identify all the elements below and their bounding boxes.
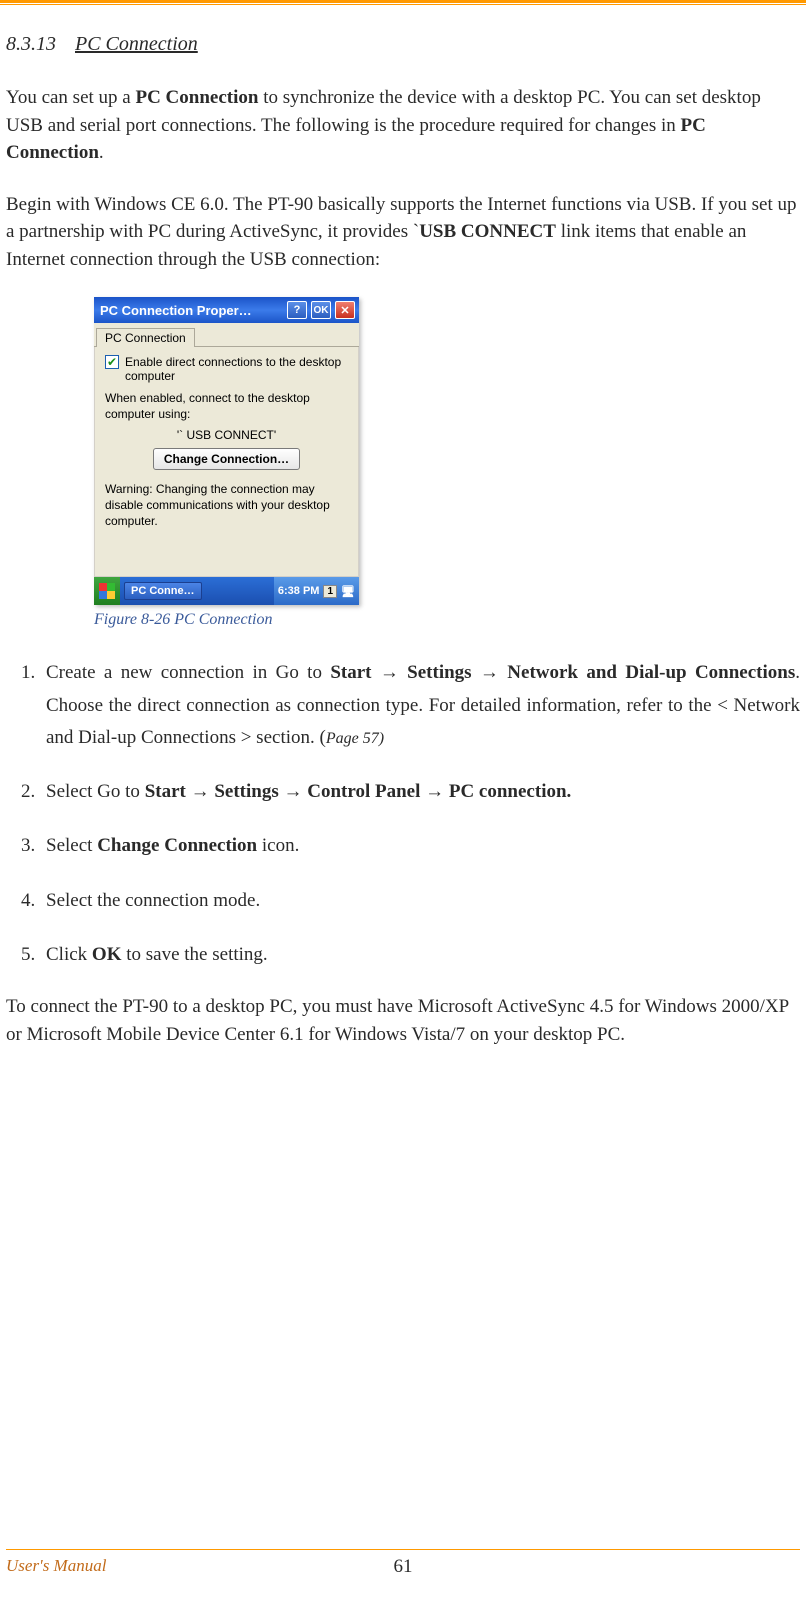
step-4: Select the connection mode. bbox=[40, 885, 800, 917]
help-button[interactable]: ? bbox=[287, 301, 307, 319]
text: . bbox=[99, 142, 104, 163]
change-connection-button[interactable]: Change Connection… bbox=[153, 448, 300, 470]
clock: 6:38 PM bbox=[278, 585, 320, 597]
step-2: Select Go to Start → Settings → Control … bbox=[40, 776, 800, 808]
top-rule bbox=[0, 0, 806, 3]
steps-list: Create a new connection in Go to Start →… bbox=[10, 657, 800, 971]
taskbar-app-label: PC Conne… bbox=[131, 585, 195, 597]
text: Click bbox=[46, 944, 92, 965]
bold: USB CONNECT bbox=[419, 221, 556, 242]
step-5: Click OK to save the setting. bbox=[40, 939, 800, 971]
text: You can set up a bbox=[6, 87, 135, 108]
paragraph-1: You can set up a PC Connection to synchr… bbox=[6, 84, 800, 167]
enable-checkbox-label: Enable direct connections to the desktop… bbox=[125, 355, 348, 383]
tray-indicator: 1 bbox=[323, 585, 337, 598]
enable-checkbox[interactable]: ✔ bbox=[105, 355, 119, 369]
text: icon. bbox=[257, 835, 299, 856]
pc-connection-dialog: PC Connection Proper… ? OK ✕ PC Connecti… bbox=[94, 297, 359, 605]
windows-flag-icon bbox=[99, 583, 115, 599]
tab-pc-connection[interactable]: PC Connection bbox=[96, 328, 195, 347]
page-content: 8.3.13 PC Connection You can set up a PC… bbox=[0, 5, 806, 1048]
step-1: Create a new connection in Go to Start →… bbox=[40, 657, 800, 754]
step-3: Select Change Connection icon. bbox=[40, 830, 800, 862]
bold: Start → Settings → Control Panel → PC co… bbox=[145, 781, 572, 802]
text: Select bbox=[46, 835, 97, 856]
enable-checkbox-row: ✔ Enable direct connections to the deskt… bbox=[105, 355, 348, 383]
window-title: PC Connection Proper… bbox=[100, 303, 283, 318]
bold: PC Connection bbox=[135, 87, 258, 108]
section-title: PC Connection bbox=[75, 33, 198, 55]
text: Create a new connection in Go to bbox=[46, 662, 330, 683]
page-footer: User's Manual 61 bbox=[6, 1549, 800, 1576]
section-number: 8.3.13 bbox=[6, 33, 56, 55]
paragraph-2: Begin with Windows CE 6.0. The PT-90 bas… bbox=[6, 191, 800, 274]
tab-bar: PC Connection bbox=[94, 323, 359, 347]
footer-label: User's Manual bbox=[6, 1556, 106, 1576]
page-ref: Page 57) bbox=[326, 730, 384, 747]
desktop-icon[interactable]: 🖥 bbox=[341, 585, 355, 598]
bold: Change Connection bbox=[97, 835, 257, 856]
bold: Start → Settings → Network and Dial-up C… bbox=[330, 662, 795, 683]
start-button[interactable] bbox=[94, 577, 120, 605]
page-number: 61 bbox=[394, 1556, 413, 1578]
titlebar: PC Connection Proper… ? OK ✕ bbox=[94, 297, 359, 323]
system-tray: 6:38 PM 1 🖥 bbox=[274, 577, 359, 605]
ok-button[interactable]: OK bbox=[311, 301, 331, 319]
dialog-panel: ✔ Enable direct connections to the deskt… bbox=[94, 347, 359, 577]
taskbar: PC Conne… 6:38 PM 1 🖥 bbox=[94, 577, 359, 605]
section-heading: 8.3.13 PC Connection bbox=[6, 33, 800, 56]
figure-caption: Figure 8-26 PC Connection bbox=[94, 611, 800, 629]
close-button[interactable]: ✕ bbox=[335, 301, 355, 319]
text: Select Go to bbox=[46, 781, 145, 802]
bold: OK bbox=[92, 944, 122, 965]
dialog-figure: PC Connection Proper… ? OK ✕ PC Connecti… bbox=[94, 297, 800, 605]
warning-text: Warning: Changing the connection may dis… bbox=[105, 482, 348, 529]
when-enabled-text: When enabled, connect to the desktop com… bbox=[105, 391, 348, 422]
taskbar-app-button[interactable]: PC Conne… bbox=[124, 582, 202, 600]
text: to save the setting. bbox=[121, 944, 267, 965]
connect-name: '` USB CONNECT' bbox=[105, 428, 348, 442]
closing-paragraph: To connect the PT-90 to a desktop PC, yo… bbox=[6, 993, 800, 1048]
